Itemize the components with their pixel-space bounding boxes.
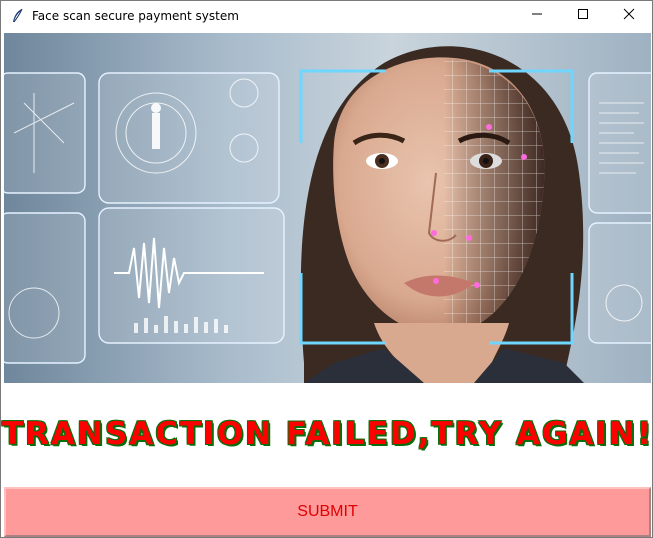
title-bar[interactable]: Face scan secure payment system — [1, 1, 652, 31]
close-icon — [623, 7, 635, 25]
window-title: Face scan secure payment system — [32, 9, 239, 23]
minimize-button[interactable] — [514, 1, 560, 31]
window-controls — [514, 1, 652, 31]
maximize-button[interactable] — [560, 1, 606, 31]
close-button[interactable] — [606, 1, 652, 31]
feather-icon — [10, 8, 26, 24]
minimize-icon — [531, 7, 543, 25]
submit-button[interactable]: SUBMIT — [4, 487, 651, 537]
app-window: Face scan secure payment system TRANSACT… — [0, 0, 653, 538]
maximize-icon — [577, 7, 589, 25]
face-scan-banner — [4, 33, 651, 383]
status-area: TRANSACTION FAILED,TRY AGAIN! — [2, 384, 653, 484]
transaction-status-message: TRANSACTION FAILED,TRY AGAIN! — [2, 416, 653, 452]
